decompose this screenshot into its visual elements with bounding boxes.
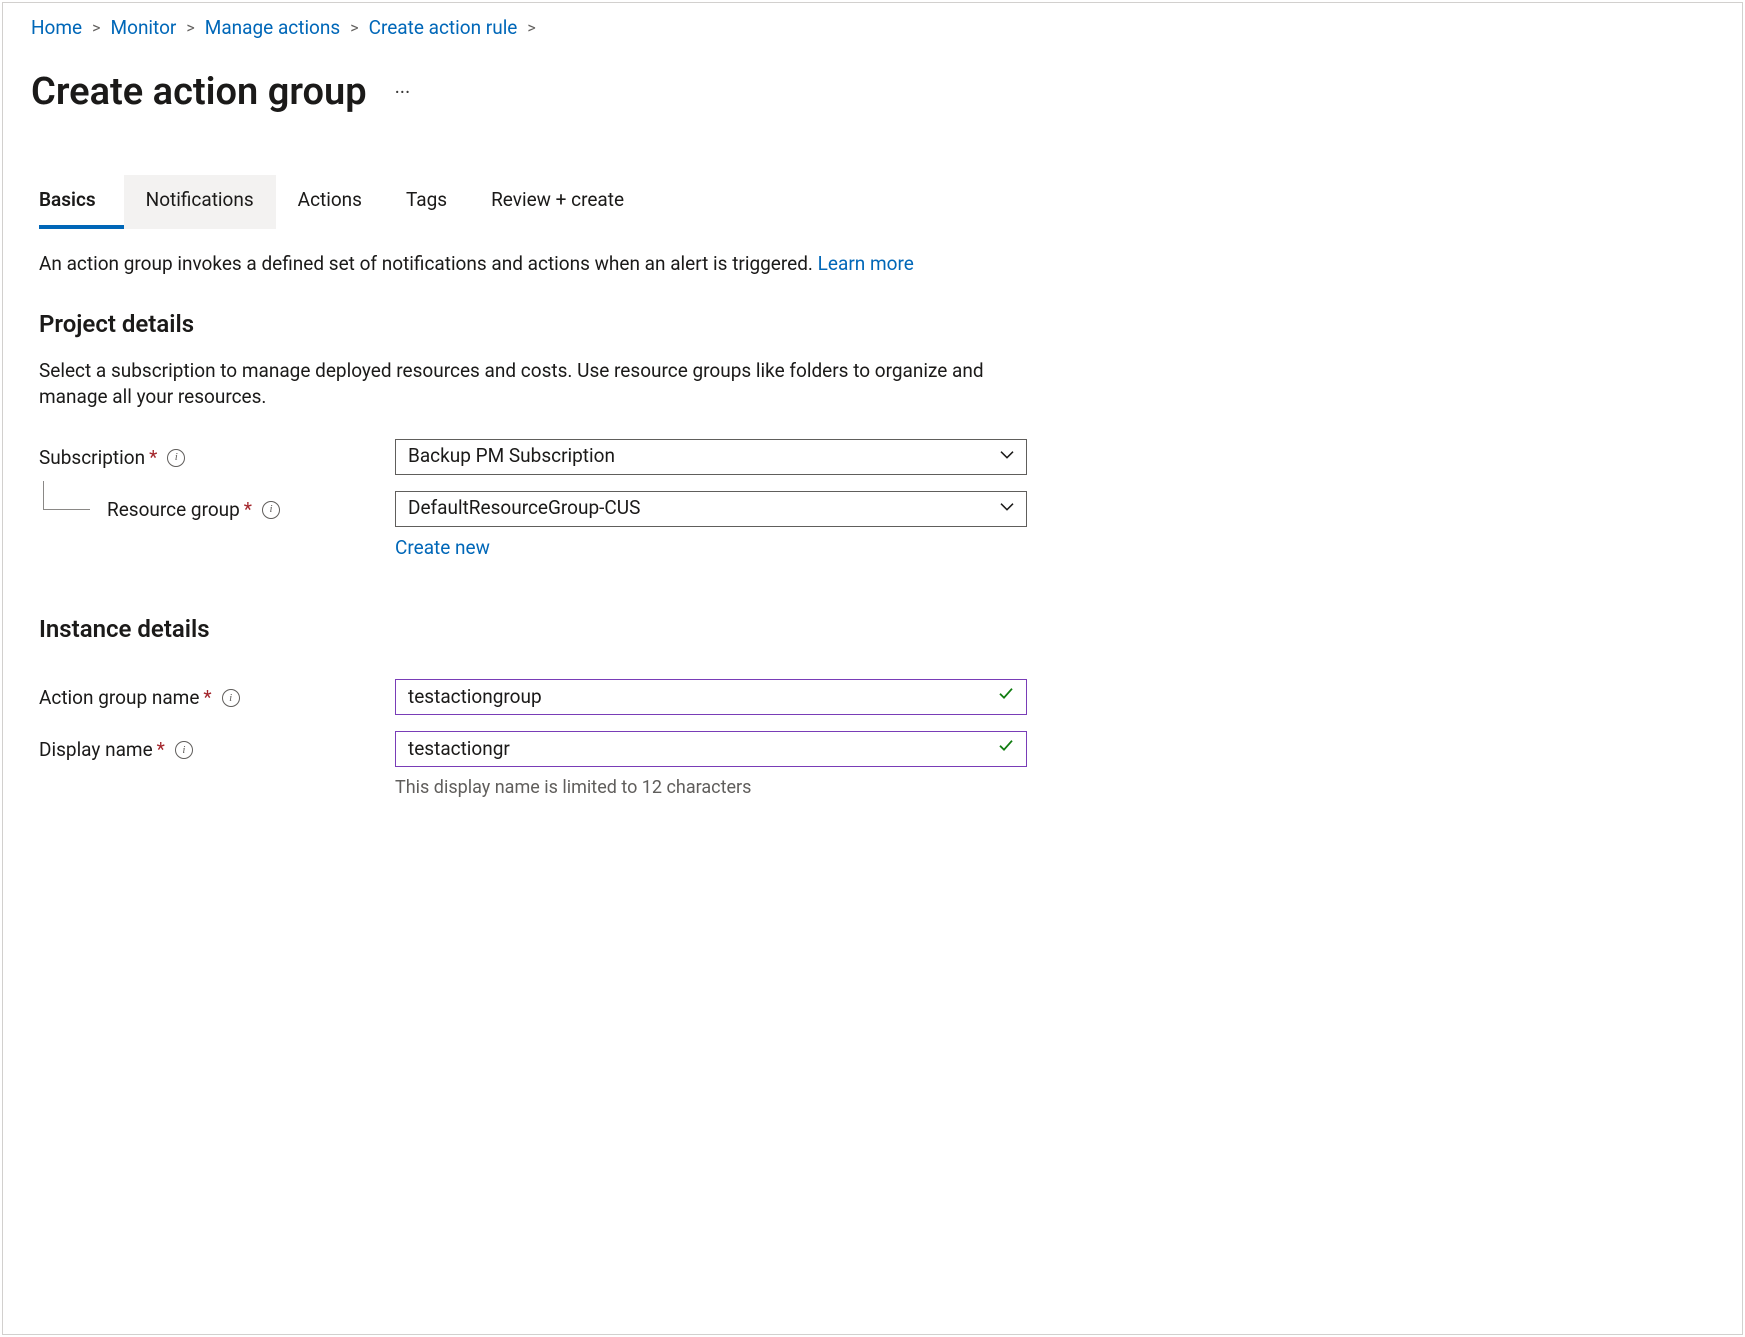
breadcrumb-home[interactable]: Home (31, 15, 82, 42)
intro-text: An action group invokes a defined set of… (39, 251, 1067, 278)
display-name-input[interactable] (395, 731, 1027, 767)
chevron-right-icon: > (527, 17, 535, 39)
chevron-right-icon: > (350, 17, 358, 39)
chevron-right-icon: > (186, 17, 194, 39)
info-icon[interactable]: i (175, 741, 193, 759)
subscription-select[interactable]: Backup PM Subscription (395, 439, 1027, 475)
tab-notifications[interactable]: Notifications (124, 175, 276, 230)
resource-group-value: DefaultResourceGroup-CUS (408, 495, 640, 522)
breadcrumb-monitor[interactable]: Monitor (111, 15, 177, 42)
create-new-link[interactable]: Create new (395, 535, 490, 562)
display-name-helper: This display name is limited to 12 chara… (395, 775, 1027, 800)
breadcrumb-create-action-rule[interactable]: Create action rule (369, 15, 518, 42)
tabs: Basics Notifications Actions Tags Review… (39, 175, 1067, 230)
intro-text-content: An action group invokes a defined set of… (39, 252, 818, 275)
instance-details-heading: Instance details (39, 613, 1067, 647)
page-title: Create action group (31, 66, 367, 119)
required-asterisk: * (244, 498, 252, 521)
action-group-name-label: Action group name* (39, 685, 212, 712)
more-icon[interactable]: ··· (395, 78, 411, 106)
resource-group-label: Resource group* (107, 497, 252, 524)
required-asterisk: * (203, 686, 211, 709)
tab-review-create[interactable]: Review + create (469, 175, 646, 230)
display-name-label: Display name* (39, 737, 165, 764)
resource-group-select[interactable]: DefaultResourceGroup-CUS (395, 491, 1027, 527)
subscription-label: Subscription* (39, 445, 157, 472)
checkmark-icon (997, 736, 1015, 763)
required-asterisk: * (149, 446, 157, 469)
breadcrumb-manage-actions[interactable]: Manage actions (205, 15, 340, 42)
learn-more-link[interactable]: Learn more (818, 252, 914, 275)
tab-tags[interactable]: Tags (384, 175, 469, 230)
tab-actions[interactable]: Actions (276, 175, 384, 230)
checkmark-icon (997, 684, 1015, 711)
project-details-desc: Select a subscription to manage deployed… (39, 358, 1039, 411)
info-icon[interactable]: i (222, 689, 240, 707)
breadcrumb: Home > Monitor > Manage actions > Create… (3, 3, 1742, 52)
tree-connector (39, 481, 97, 521)
project-details-heading: Project details (39, 308, 1067, 342)
chevron-right-icon: > (92, 17, 100, 39)
info-icon[interactable]: i (262, 501, 280, 519)
tab-basics[interactable]: Basics (39, 175, 124, 230)
action-group-name-input[interactable] (395, 679, 1027, 715)
required-asterisk: * (157, 738, 165, 761)
subscription-value: Backup PM Subscription (408, 443, 615, 470)
info-icon[interactable]: i (167, 449, 185, 467)
